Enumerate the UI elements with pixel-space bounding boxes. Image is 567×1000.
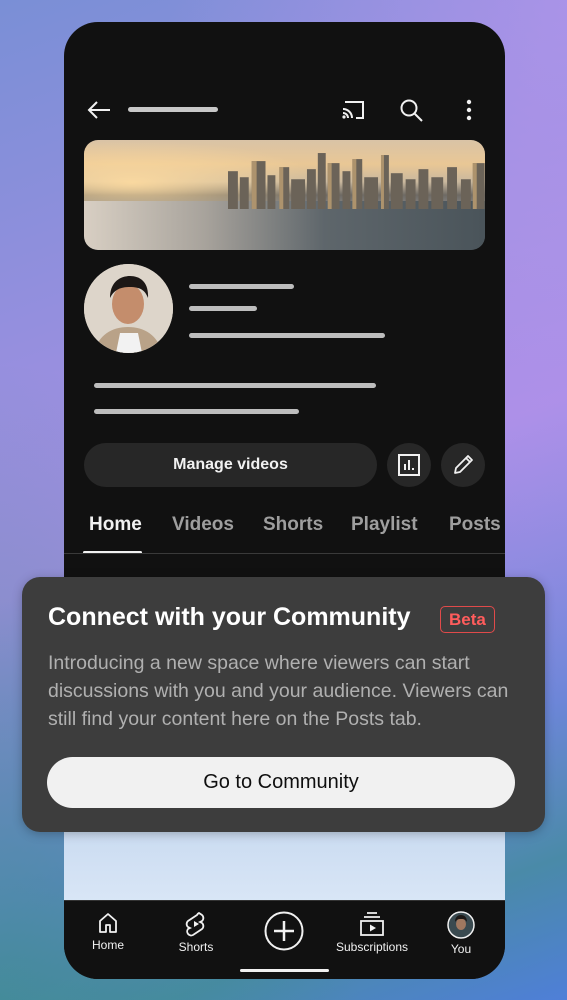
channel-avatar[interactable] [84, 264, 173, 353]
nav-subscriptions[interactable]: Subscriptions [327, 911, 417, 954]
beta-badge: Beta [440, 606, 495, 633]
search-icon[interactable] [399, 98, 425, 122]
nav-subscriptions-label: Subscriptions [335, 940, 409, 954]
more-vertical-icon[interactable] [462, 98, 476, 122]
channel-stats-placeholder [189, 333, 385, 338]
channel-name-placeholder [189, 284, 294, 289]
shorts-icon [185, 911, 205, 937]
nav-you-label: You [450, 942, 472, 956]
avatar-portrait [84, 264, 173, 353]
analytics-icon [398, 454, 420, 476]
channel-handle-placeholder [189, 306, 257, 311]
tab-playlist[interactable]: Playlist [351, 514, 418, 536]
community-promo-popup: Connect with your Community Beta Introdu… [22, 577, 545, 832]
tab-videos[interactable]: Videos [172, 514, 234, 536]
phone-screen: Manage videos Home Videos Shorts Playlis… [64, 22, 505, 979]
top-app-bar [64, 98, 505, 122]
nav-home[interactable]: Home [64, 911, 153, 952]
go-to-community-button[interactable]: Go to Community [47, 757, 515, 808]
nav-shorts[interactable]: Shorts [151, 911, 241, 954]
nav-home-label: Home [91, 938, 124, 952]
manage-videos-button[interactable]: Manage videos [84, 443, 377, 487]
channel-title-placeholder [128, 107, 218, 112]
tab-posts[interactable]: Posts [449, 514, 501, 536]
nav-shorts-label: Shorts [178, 940, 214, 954]
channel-description-placeholder-2 [94, 409, 299, 414]
analytics-button[interactable] [387, 443, 431, 487]
bottom-navigation: Home Shorts Subscriptions You [64, 900, 505, 979]
tab-shorts[interactable]: Shorts [263, 514, 323, 536]
subscriptions-icon [360, 912, 384, 936]
channel-description-placeholder-1 [94, 383, 376, 388]
channel-banner [84, 140, 485, 250]
back-arrow-icon[interactable] [86, 98, 112, 122]
home-icon [99, 913, 117, 933]
tabs-divider [64, 553, 505, 554]
popup-title: Connect with your Community [48, 603, 411, 631]
create-plus-icon [264, 911, 304, 951]
edit-channel-button[interactable] [441, 443, 485, 487]
pencil-icon [454, 455, 473, 474]
banner-skyline [228, 152, 485, 210]
cast-icon[interactable] [340, 98, 366, 122]
tab-home[interactable]: Home [89, 514, 142, 536]
channel-tabs: Home Videos Shorts Playlist Posts [64, 512, 505, 554]
nav-you[interactable]: You [416, 911, 505, 956]
channel-actions: Manage videos [84, 443, 485, 487]
popup-description: Introducing a new space where viewers ca… [48, 652, 509, 730]
profile-avatar-icon [447, 911, 475, 939]
nav-create[interactable] [239, 911, 329, 951]
gesture-home-indicator [240, 969, 329, 972]
